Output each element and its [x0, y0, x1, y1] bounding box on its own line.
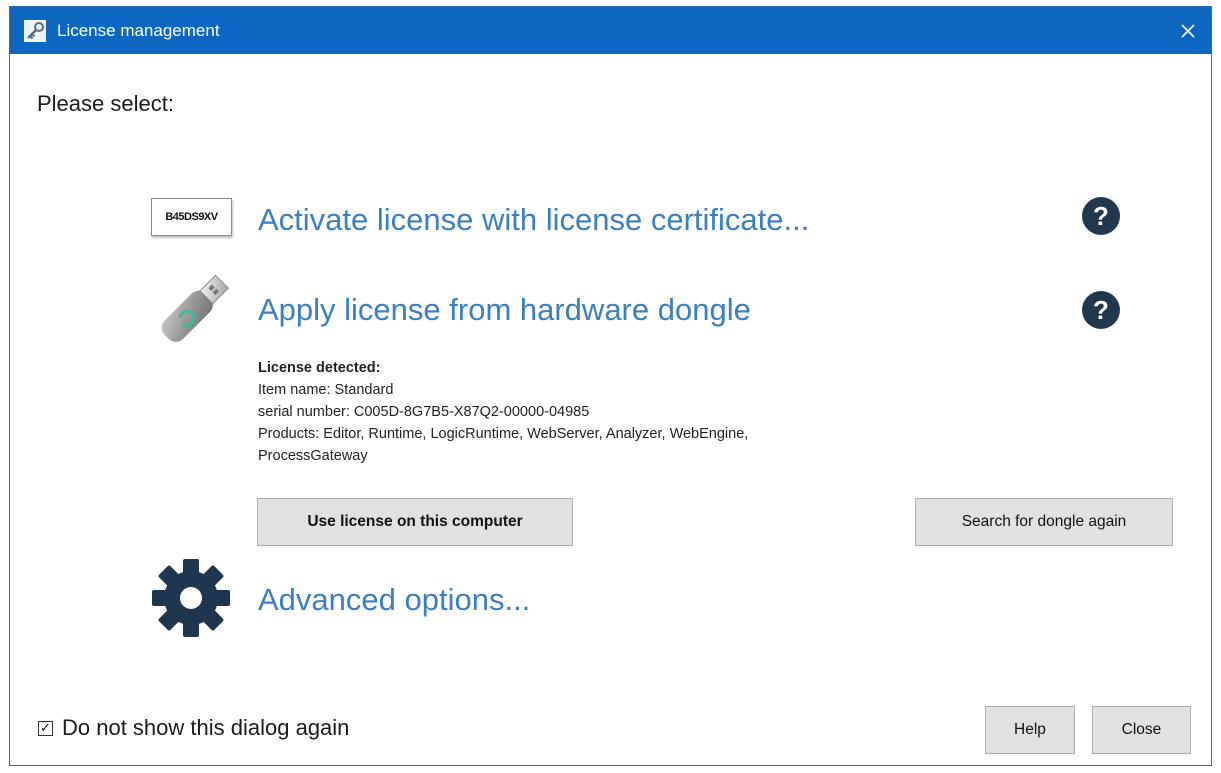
dont-show-again-checkbox[interactable]: ✓ Do not show this dialog again	[38, 715, 349, 741]
svg-text:?: ?	[1093, 201, 1109, 231]
help-button[interactable]: Help	[985, 706, 1075, 754]
window-title: License management	[57, 21, 220, 40]
checkmark-icon: ✓	[40, 720, 51, 736]
please-select-label: Please select:	[37, 91, 174, 116]
products-text-line1: Products: Editor, Runtime, LogicRuntime,…	[258, 426, 749, 442]
use-license-button[interactable]: Use license on this computer	[257, 498, 573, 546]
advanced-options-link[interactable]: Advanced options...	[258, 582, 530, 618]
dongle-help-icon[interactable]: ?	[1081, 290, 1121, 330]
certificate-help-icon[interactable]: ?	[1081, 196, 1121, 236]
dont-show-again-label: Do not show this dialog again	[62, 715, 350, 740]
gear-icon	[152, 559, 230, 637]
activate-certificate-link[interactable]: Activate license with license certificat…	[258, 202, 809, 238]
certificate-code-text: B45DS9XV	[165, 211, 218, 223]
window-close-button[interactable]	[1165, 7, 1211, 54]
svg-text:?: ?	[1093, 295, 1109, 325]
close-icon	[1181, 23, 1195, 38]
products-text-line2: ProcessGateway	[258, 448, 368, 464]
license-details: License detected: Item name: Standard se…	[258, 357, 748, 467]
item-name-text: Item name: Standard	[258, 382, 394, 398]
apply-dongle-link[interactable]: Apply license from hardware dongle	[258, 292, 751, 328]
license-management-dialog: License management Please select: B45DS9…	[9, 6, 1212, 766]
serial-number-text: serial number: C005D-8G7B5-X87Q2-00000-0…	[258, 404, 590, 420]
close-button[interactable]: Close	[1092, 706, 1191, 754]
checkbox-box[interactable]: ✓	[38, 720, 53, 736]
search-dongle-button[interactable]: Search for dongle again	[915, 498, 1173, 546]
license-certificate-icon: B45DS9XV	[151, 198, 232, 236]
title-bar: License management	[10, 7, 1211, 54]
key-icon	[24, 20, 46, 42]
usb-dongle-icon	[161, 274, 229, 342]
license-detected-header: License detected:	[258, 360, 381, 376]
